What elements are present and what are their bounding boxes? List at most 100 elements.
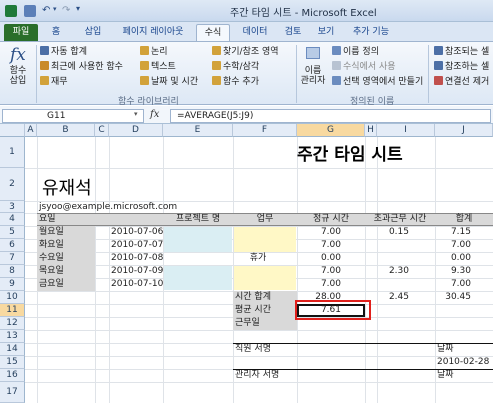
tab-insert[interactable]: 삽입: [80, 24, 106, 42]
total-cell[interactable]: 7.00: [435, 277, 471, 291]
create-from-selection-button[interactable]: 선택 영역에서 만들기: [332, 76, 423, 88]
column-header[interactable]: E: [163, 124, 233, 137]
column-header[interactable]: I: [377, 124, 435, 137]
row-header[interactable]: 16: [0, 369, 25, 382]
column-header[interactable]: B: [37, 124, 95, 137]
name-manager-button[interactable]: 이름 관리자: [298, 66, 328, 86]
row-header[interactable]: 7: [0, 252, 25, 265]
task-input-area[interactable]: [234, 227, 296, 252]
row-header[interactable]: 5: [0, 226, 25, 239]
insert-function-button[interactable]: 함수 삽입: [2, 66, 34, 86]
remove-arrows-button[interactable]: 연결선 제거: [434, 76, 489, 88]
date-cell[interactable]: 2010-07-10: [111, 277, 163, 291]
recent-functions-button[interactable]: 최근에 사용한 함수: [40, 61, 123, 73]
total-cell[interactable]: 9.30: [435, 264, 471, 278]
row-header[interactable]: 2: [0, 168, 25, 201]
date-cell[interactable]: 2010-07-06: [111, 225, 163, 239]
day-cell[interactable]: 월요일: [39, 225, 64, 239]
overtime-cell[interactable]: 2.30: [377, 264, 409, 278]
overtime-cell[interactable]: [377, 251, 409, 265]
name-box-dropdown-icon[interactable]: ▾: [134, 110, 138, 118]
text-button[interactable]: 텍스트: [140, 61, 176, 73]
tab-home[interactable]: 홈: [46, 24, 66, 42]
row-header[interactable]: 17: [0, 382, 25, 403]
insert-function-icon[interactable]: fx: [150, 109, 159, 120]
save-icon[interactable]: [24, 5, 36, 17]
insert-function-icon[interactable]: fx: [10, 45, 26, 65]
day-cell[interactable]: 금요일: [39, 277, 64, 291]
employee-email: jsyoo@example.microsoft.com: [39, 202, 178, 212]
math-button[interactable]: 수학/삼각: [212, 61, 259, 73]
row-header[interactable]: 4: [0, 213, 25, 226]
tab-page-layout[interactable]: 페이지 레이아웃: [118, 24, 188, 42]
column-header[interactable]: H: [365, 124, 377, 137]
select-all-corner[interactable]: [0, 124, 25, 137]
tab-add-ins[interactable]: 추가 기능: [346, 24, 396, 42]
lookup-button[interactable]: 찾기/참조 영역: [212, 46, 279, 58]
date-cell[interactable]: 2010-07-08: [111, 251, 163, 265]
trace-dependents-button[interactable]: 참조하는 셀: [434, 61, 489, 73]
total-cell[interactable]: 0.00: [435, 251, 471, 265]
row-header[interactable]: 3: [0, 201, 25, 213]
total-cell[interactable]: 7.15: [435, 225, 471, 239]
project-cell[interactable]: 휴가: [233, 251, 283, 265]
tab-file[interactable]: 파일: [4, 24, 38, 42]
regular-hours-cell[interactable]: 0.00: [297, 251, 341, 265]
name-box[interactable]: G11: [2, 109, 144, 123]
column-header[interactable]: A: [25, 124, 37, 137]
overtime-cell[interactable]: [377, 277, 409, 291]
row-header[interactable]: 1: [0, 137, 25, 168]
total-cell[interactable]: 7.00: [435, 238, 471, 252]
define-name-button[interactable]: 이름 정의: [332, 46, 379, 58]
row-header[interactable]: 6: [0, 239, 25, 252]
formula-input[interactable]: =AVERAGE(J5:J9): [170, 109, 491, 123]
task-input-area[interactable]: [234, 266, 296, 290]
row-header[interactable]: 13: [0, 330, 25, 343]
row-header[interactable]: 11: [0, 304, 25, 317]
logical-button[interactable]: 논리: [140, 46, 168, 58]
day-cell[interactable]: 수요일: [39, 251, 64, 265]
project-input-area[interactable]: [164, 266, 232, 290]
column-header[interactable]: G: [297, 124, 365, 137]
overtime-cell[interactable]: [377, 238, 409, 252]
undo-icon[interactable]: ↶: [42, 5, 50, 16]
date-cell[interactable]: 2010-07-09: [111, 264, 163, 278]
use-in-formula-button[interactable]: 수식에서 사용: [332, 61, 396, 73]
tab-view[interactable]: 보기: [316, 24, 336, 42]
tab-data[interactable]: 데이터: [238, 24, 272, 42]
regular-hours-cell[interactable]: 7.00: [297, 225, 341, 239]
column-header[interactable]: D: [109, 124, 163, 137]
column-header[interactable]: F: [233, 124, 297, 137]
regular-hours-cell[interactable]: 7.00: [297, 238, 341, 252]
trace-precedents-button[interactable]: 참조되는 셀: [434, 46, 489, 58]
autosum-button[interactable]: 자동 합계: [40, 46, 87, 58]
customize-qat-icon[interactable]: ▾: [76, 4, 80, 13]
redo-icon[interactable]: ↷: [62, 5, 70, 16]
tab-formulas[interactable]: 수식: [196, 24, 230, 42]
project-input-area[interactable]: [164, 227, 232, 252]
regular-hours-cell[interactable]: 7.00: [297, 277, 341, 291]
overtime-cell[interactable]: 0.15: [377, 225, 409, 239]
row-header[interactable]: 9: [0, 278, 25, 291]
row-header[interactable]: 15: [0, 356, 25, 369]
signature-date[interactable]: 2010-02-28: [437, 355, 489, 369]
date-time-button[interactable]: 날짜 및 시간: [140, 76, 198, 88]
day-cell[interactable]: 목요일: [39, 264, 64, 278]
use-in-formula-label: 수식에서 사용: [343, 62, 396, 72]
row-header[interactable]: 12: [0, 317, 25, 330]
column-header[interactable]: C: [95, 124, 109, 137]
row-header[interactable]: 10: [0, 291, 25, 304]
regular-hours-cell[interactable]: 7.00: [297, 264, 341, 278]
total-sum-cell[interactable]: 30.45: [435, 290, 471, 304]
row-header[interactable]: 8: [0, 265, 25, 278]
date-cell[interactable]: 2010-07-07: [111, 238, 163, 252]
financial-button[interactable]: 재무: [40, 76, 68, 88]
chevron-down-icon[interactable]: ▾: [53, 5, 57, 13]
day-cell[interactable]: 화요일: [39, 238, 64, 252]
total-overtime-cell[interactable]: 2.45: [377, 290, 409, 304]
column-header[interactable]: J: [435, 124, 493, 137]
name-manager-icon[interactable]: [306, 47, 320, 59]
row-header[interactable]: 14: [0, 343, 25, 356]
more-functions-button[interactable]: 함수 추가: [212, 76, 259, 88]
tab-review[interactable]: 검토: [280, 24, 306, 42]
